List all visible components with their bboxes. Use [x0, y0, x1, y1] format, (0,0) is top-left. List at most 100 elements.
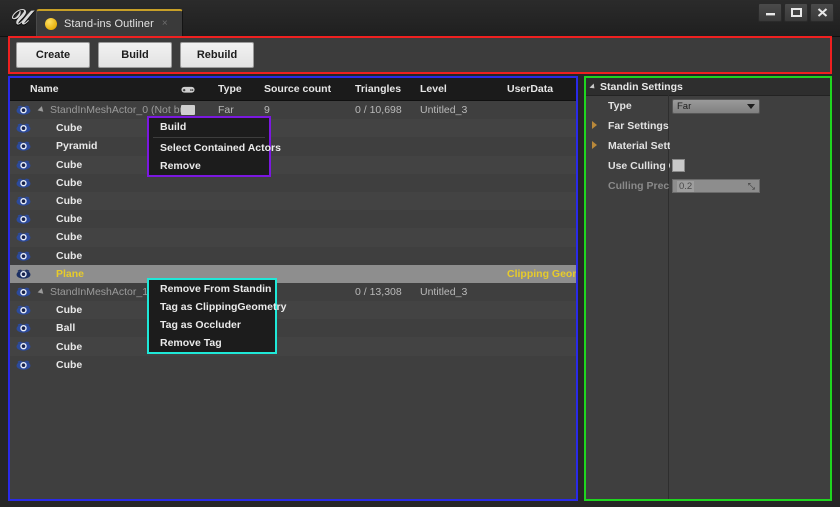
standin-settings-panel: Standin Settings TypeFarFar Settings Mate…	[584, 76, 832, 501]
rebuild-button[interactable]: Rebuild	[180, 42, 254, 68]
property-label: Material Setting	[608, 140, 670, 152]
eye-icon[interactable]	[16, 140, 31, 152]
column-header-source[interactable]: Source count	[264, 78, 331, 100]
table-row[interactable]: Cube	[10, 337, 576, 355]
column-header-triangles[interactable]: Triangles	[355, 78, 401, 100]
eye-icon[interactable]	[16, 304, 31, 316]
create-button[interactable]: Create	[16, 42, 90, 68]
eye-icon[interactable]	[16, 104, 31, 116]
table-row[interactable]: Pyramid	[10, 137, 576, 155]
column-header-row: Name Type Source count Triangles Level UserDa…	[10, 78, 576, 101]
eye-icon[interactable]	[16, 231, 31, 243]
table-row[interactable]: Cube	[10, 301, 576, 319]
use-culling-geometry-checkbox[interactable]	[672, 159, 685, 172]
property-row: Use Culling Geo	[586, 156, 830, 176]
eye-icon[interactable]	[16, 359, 31, 371]
table-row[interactable]: Cube	[10, 174, 576, 192]
eye-icon[interactable]	[16, 122, 31, 134]
cell-type: Far	[218, 104, 234, 116]
outliner-row-list: StandInMeshActor_0 (Not buFar90 / 10,698…	[10, 101, 576, 374]
culling-precision-input[interactable]: 0.2⤡	[672, 179, 760, 193]
property-row: Material Setting	[586, 136, 830, 156]
row-name: StandInMeshActor_1 (	[50, 286, 154, 298]
cell-triangles: 0 / 13,308	[355, 286, 402, 298]
row-name: Cube	[56, 231, 82, 243]
cell-triangles: 0 / 10,698	[355, 104, 402, 116]
toolbar: Create Build Rebuild	[8, 36, 832, 74]
eye-icon[interactable]	[16, 250, 31, 262]
table-row[interactable]: Cube	[10, 192, 576, 210]
row-name: StandInMeshActor_0 (Not bu	[50, 104, 185, 116]
eye-icon[interactable]	[16, 195, 31, 207]
tab-stand-ins-outliner[interactable]: Stand-ins Outliner ×	[36, 9, 183, 36]
table-row[interactable]: Cube	[10, 228, 576, 246]
menu-item-remove-from-standin[interactable]: Remove From Standin	[149, 280, 275, 298]
chevron-down-icon	[589, 83, 596, 90]
row-name: Cube	[56, 341, 82, 353]
column-header-name[interactable]: Name	[30, 78, 59, 100]
details-property-list: TypeFarFar Settings Material Setting Use C…	[586, 96, 830, 196]
menu-item-remove[interactable]: Remove	[149, 157, 269, 175]
row-name: Plane	[56, 268, 84, 280]
row-name: Cube	[56, 195, 82, 207]
property-row: Far Settings	[586, 116, 830, 136]
chevron-right-icon[interactable]	[592, 121, 597, 129]
row-type-icon	[181, 105, 195, 115]
table-row[interactable]: Plane Clipping Geometr	[10, 265, 576, 283]
row-name: Cube	[56, 159, 82, 171]
eye-icon[interactable]	[16, 286, 31, 298]
property-row: TypeFar	[586, 96, 830, 116]
type-dropdown-value: Far	[677, 101, 691, 112]
table-row[interactable]: StandInMeshActor_0 (Not buFar90 / 10,698…	[10, 101, 576, 119]
column-header-type[interactable]: Type	[218, 78, 242, 100]
table-row[interactable]: Cube	[10, 156, 576, 174]
eye-icon[interactable]	[16, 322, 31, 334]
column-header-userdata[interactable]: UserData	[507, 78, 553, 100]
type-dropdown[interactable]: Far	[672, 99, 760, 114]
table-row[interactable]: Cube	[10, 119, 576, 137]
row-name: Cube	[56, 250, 82, 262]
build-button[interactable]: Build	[98, 42, 172, 68]
row-name: Cube	[56, 177, 82, 189]
property-label: Culling Precision	[608, 180, 670, 192]
cell-level: Untitled_3	[420, 104, 467, 116]
expand-triangle-icon[interactable]	[38, 106, 46, 114]
row-name: Cube	[56, 304, 82, 316]
standin-settings-title: Standin Settings	[600, 81, 683, 93]
chevron-down-icon	[747, 104, 755, 109]
eye-icon[interactable]	[16, 159, 31, 171]
cell-userdata: Clipping Geometr	[507, 268, 578, 280]
eye-icon[interactable]	[16, 340, 31, 352]
eye-icon[interactable]	[16, 213, 31, 225]
maximize-button[interactable]	[784, 3, 808, 22]
menu-item-build[interactable]: Build	[149, 118, 269, 136]
minimize-button[interactable]	[758, 3, 782, 22]
menu-item-tag-as-occluder[interactable]: Tag as Occluder	[149, 316, 275, 334]
row-name: Pyramid	[56, 140, 97, 152]
eye-icon[interactable]	[16, 268, 31, 280]
table-row[interactable]: Cube	[10, 356, 576, 374]
row-name: Cube	[56, 213, 82, 225]
menu-item-remove-tag[interactable]: Remove Tag	[149, 334, 275, 352]
context-menu-tag: Remove From StandinTag as ClippingGeomet…	[147, 278, 277, 354]
gamepad-icon[interactable]	[181, 78, 195, 100]
table-row[interactable]: StandInMeshActor_1 (40 / 13,308Untitled_…	[10, 283, 576, 301]
menu-item-select-contained-actors[interactable]: Select Contained Actors	[149, 139, 269, 157]
table-row[interactable]: Cube	[10, 210, 576, 228]
eye-icon[interactable]	[16, 177, 31, 189]
tab-label: Stand-ins Outliner	[64, 18, 154, 30]
menu-separator	[153, 137, 265, 138]
window-controls	[758, 3, 834, 22]
menu-item-tag-as-clippinggeometry[interactable]: Tag as ClippingGeometry	[149, 298, 275, 316]
chevron-right-icon[interactable]	[592, 141, 597, 149]
close-button[interactable]	[810, 3, 834, 22]
standin-settings-header[interactable]: Standin Settings	[586, 78, 830, 96]
expand-triangle-icon[interactable]	[38, 288, 46, 296]
table-row[interactable]: Ball	[10, 319, 576, 337]
row-name: Cube	[56, 359, 82, 371]
column-header-level[interactable]: Level	[420, 78, 447, 100]
cell-level: Untitled_3	[420, 286, 467, 298]
spinner-icon[interactable]: ⤡	[748, 181, 755, 192]
close-icon[interactable]: ×	[162, 18, 168, 29]
table-row[interactable]: Cube	[10, 247, 576, 265]
